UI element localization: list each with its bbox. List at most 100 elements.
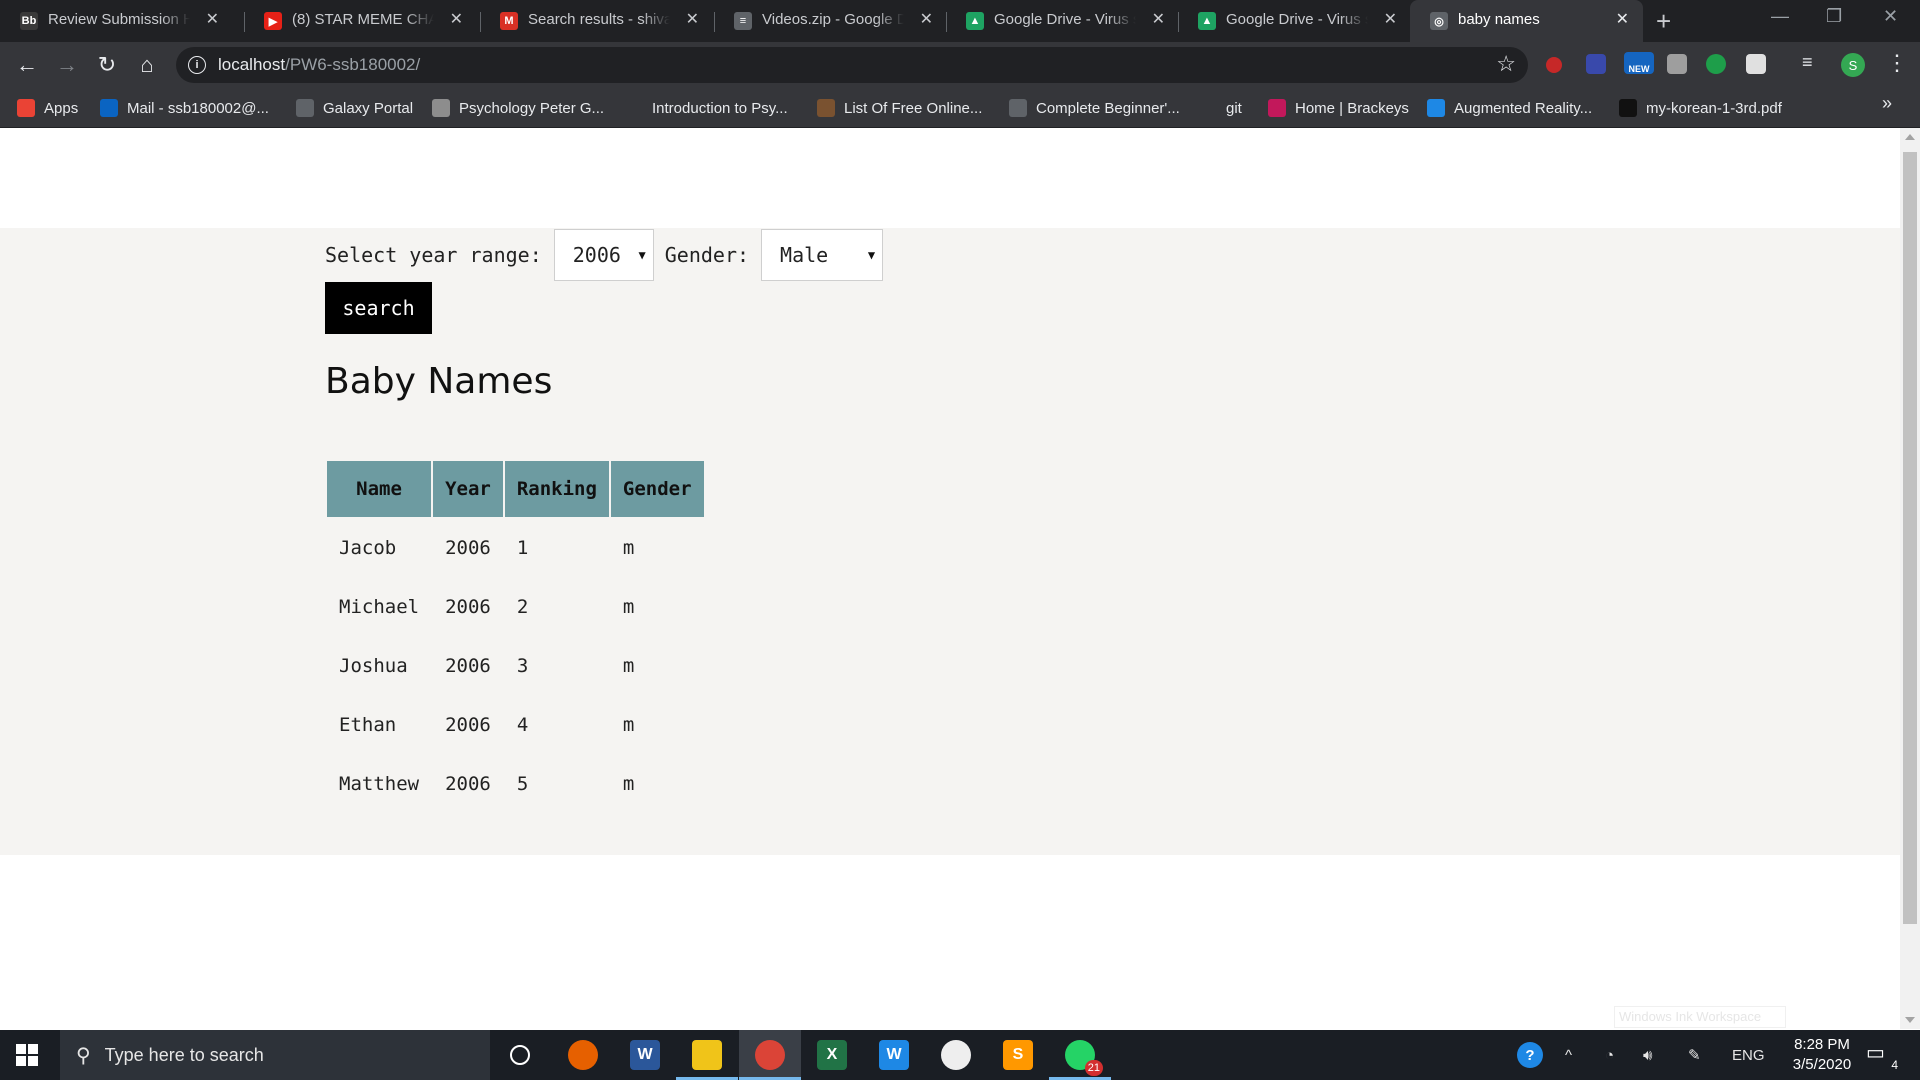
- gender-select-value: Male: [780, 243, 829, 267]
- scroll-down-arrow-icon[interactable]: [1905, 1017, 1915, 1023]
- bookmarks-overflow-button[interactable]: »: [1882, 93, 1892, 114]
- table-cell: 2006: [445, 536, 491, 559]
- globe-icon: [296, 99, 314, 117]
- media-queue-icon[interactable]: ≡: [1802, 52, 1822, 72]
- window-close-button[interactable]: ✕: [1883, 6, 1898, 27]
- year-range-label: Select year range:: [325, 243, 542, 267]
- page-viewport: Select year range: 2006 ▼ Gender: Male ▼…: [0, 128, 1920, 1029]
- bookmark-item[interactable]: Psychology Peter G...: [432, 96, 604, 120]
- scrollbar-thumb[interactable]: [1903, 152, 1917, 924]
- firefox-icon[interactable]: [552, 1030, 614, 1080]
- reader-extension-icon[interactable]: [1667, 54, 1687, 74]
- screenshot-extension-icon[interactable]: [1586, 54, 1606, 74]
- notification-center-icon[interactable]: ▭ 4: [1866, 1040, 1898, 1072]
- browser-tab[interactable]: ▲ Google Drive - Virus sc ✕: [946, 0, 1179, 42]
- tab-close-icon[interactable]: ✕: [686, 9, 699, 29]
- bookmark-label: Galaxy Portal: [323, 99, 414, 117]
- windows-taskbar: ⚲ Type here to search W X W S 21 ? ^ ◔ 🔊…: [0, 1030, 1920, 1080]
- wifi-icon[interactable]: ◔: [1605, 1030, 1614, 1080]
- table-row: Ethan 2006 4 m: [327, 696, 704, 753]
- bookmark-label: List Of Free Online...: [844, 99, 983, 117]
- chrome-taskbar-icon[interactable]: [739, 1030, 801, 1080]
- word-icon[interactable]: W: [614, 1030, 676, 1080]
- bookmark-item[interactable]: Introduction to Psy...: [625, 96, 788, 120]
- profile-avatar[interactable]: S: [1841, 53, 1865, 77]
- gender-select[interactable]: Male ▼: [761, 229, 884, 281]
- tab-title: (8) STAR MEME CHAT(: [292, 11, 434, 28]
- minimize-button[interactable]: —: [1771, 6, 1789, 27]
- green-extension-icon[interactable]: [1706, 54, 1726, 74]
- pen-workspace-icon[interactable]: ✎: [1688, 1030, 1701, 1080]
- new-tab-button[interactable]: +: [1656, 6, 1671, 37]
- tab-favicon-icon: Bb: [20, 12, 38, 30]
- tampermonkey-extension-icon[interactable]: [1746, 54, 1766, 74]
- bookmark-item[interactable]: Galaxy Portal: [296, 96, 413, 120]
- flame-icon: [817, 99, 835, 117]
- new-extension-icon[interactable]: NEW: [1624, 52, 1654, 74]
- brackeys-icon: [1268, 99, 1286, 117]
- vuforia-icon: [1427, 99, 1445, 117]
- browser-tab[interactable]: ▶ (8) STAR MEME CHAT(✕: [244, 0, 477, 42]
- language-indicator[interactable]: ENG: [1732, 1030, 1765, 1080]
- yahoo-icon: [625, 99, 643, 117]
- search-button[interactable]: search: [325, 282, 432, 334]
- record-extension-icon[interactable]: [1546, 57, 1562, 73]
- github-desktop-icon[interactable]: [925, 1030, 987, 1080]
- bookmark-item[interactable]: git: [1199, 96, 1242, 120]
- tab-close-icon[interactable]: ✕: [1616, 9, 1629, 29]
- forward-arrow-icon[interactable]: →: [53, 51, 81, 79]
- scroll-up-arrow-icon[interactable]: [1905, 134, 1915, 140]
- table-cell: 2006: [445, 772, 491, 795]
- bookmark-item[interactable]: Augmented Reality...: [1427, 96, 1592, 120]
- windows-start-icon[interactable]: [16, 1044, 38, 1066]
- site-info-icon[interactable]: i: [188, 56, 206, 74]
- url-text[interactable]: localhost/PW6-ssb180002/: [218, 55, 420, 75]
- tab-close-icon[interactable]: ✕: [206, 9, 219, 29]
- home-icon[interactable]: ⌂: [133, 51, 161, 79]
- tab-close-icon[interactable]: ✕: [1384, 9, 1397, 29]
- browser-tab[interactable]: M Search results - shivani ✕: [480, 0, 713, 42]
- excel-icon[interactable]: X: [801, 1030, 863, 1080]
- bookmark-label: git: [1226, 99, 1242, 117]
- table-header-cell: Gender: [610, 461, 704, 517]
- browser-menu-icon[interactable]: ⋮: [1886, 50, 1908, 76]
- browser-tab[interactable]: Bb Review Submission His ✕: [0, 0, 233, 42]
- reload-icon[interactable]: ↻: [93, 51, 121, 79]
- gender-label: Gender:: [664, 243, 750, 267]
- system-clock[interactable]: 8:28 PM 3/5/2020: [1772, 1035, 1872, 1075]
- address-bar[interactable]: i localhost/PW6-ssb180002/ ☆: [176, 47, 1528, 83]
- github-icon: [1199, 99, 1217, 117]
- bookmark-item[interactable]: Home | Brackeys: [1268, 96, 1409, 120]
- browser-tab[interactable]: ▲ Google Drive - Virus sc ✕: [1178, 0, 1411, 42]
- tray-expand-icon[interactable]: ^: [1565, 1030, 1572, 1080]
- tab-close-icon[interactable]: ✕: [450, 9, 463, 29]
- bookmark-label: Augmented Reality...: [1454, 99, 1593, 117]
- bookmark-star-icon[interactable]: ☆: [1496, 51, 1516, 77]
- browser-tab[interactable]: ≡ Videos.zip - Google Dri ✕: [714, 0, 947, 42]
- restore-button[interactable]: ❐: [1826, 6, 1842, 27]
- taskbar-search-box[interactable]: ⚲ Type here to search: [60, 1030, 490, 1080]
- year-select[interactable]: 2006 ▼: [553, 229, 654, 281]
- bookmark-item[interactable]: Complete Beginner'...: [1009, 96, 1180, 120]
- tab-close-icon[interactable]: ✕: [920, 9, 933, 29]
- writer-icon[interactable]: W: [863, 1030, 925, 1080]
- browser-tab[interactable]: ◎ baby names ✕: [1410, 0, 1643, 42]
- help-icon[interactable]: ?: [1517, 1030, 1543, 1080]
- bookmark-item[interactable]: Mail - ssb180002@...: [100, 96, 269, 120]
- tab-close-icon[interactable]: ✕: [1152, 9, 1165, 29]
- whatsapp-icon[interactable]: 21: [1049, 1030, 1111, 1080]
- cortana-icon[interactable]: [489, 1030, 551, 1080]
- page-scrollbar[interactable]: [1900, 128, 1920, 1029]
- bookmark-item[interactable]: my-korean-1-3rd.pdf: [1619, 96, 1782, 120]
- file-explorer-icon[interactable]: [676, 1030, 738, 1080]
- back-arrow-icon[interactable]: ←: [13, 51, 41, 79]
- sublime-text-icon[interactable]: S: [987, 1030, 1049, 1080]
- notification-count: 4: [1891, 1058, 1898, 1072]
- volume-icon[interactable]: 🔊︎: [1643, 1030, 1652, 1080]
- table-row: Michael 2006 2 m: [327, 578, 704, 635]
- bookmark-item[interactable]: List Of Free Online...: [817, 96, 982, 120]
- bookmark-item[interactable]: Apps: [17, 96, 78, 120]
- browser-tab-strip: Bb Review Submission His ✕ ▶ (8) STAR MEME C…: [0, 0, 1920, 42]
- table-row: Matthew 2006 5 m: [327, 755, 704, 812]
- bookmark-label: Mail - ssb180002@...: [127, 99, 269, 117]
